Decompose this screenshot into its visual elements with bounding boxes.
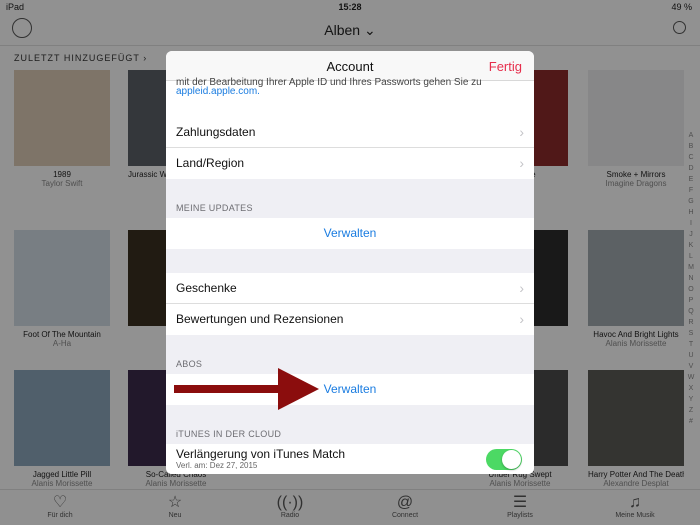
apple-id-link[interactable]: appleid.apple.com. bbox=[176, 86, 260, 97]
updates-block: Verwalten bbox=[166, 218, 534, 249]
chevron-right-icon: › bbox=[519, 155, 524, 171]
itunes-match-toggle[interactable] bbox=[486, 449, 522, 470]
done-button[interactable]: Fertig bbox=[489, 59, 522, 74]
modal-title: Account bbox=[326, 59, 374, 74]
toggle-knob bbox=[502, 450, 521, 469]
chevron-right-icon: › bbox=[519, 280, 524, 296]
country-row[interactable]: Land/Region › bbox=[166, 148, 534, 179]
chevron-right-icon: › bbox=[519, 124, 524, 140]
gifts-block: Geschenke › Bewertungen und Rezensionen › bbox=[166, 273, 534, 335]
cloud-block: Verlängerung von iTunes Match Verl. am: … bbox=[166, 444, 534, 474]
modal-body[interactable]: mit der Bearbeitung Ihrer Apple ID und I… bbox=[166, 77, 534, 474]
ratings-row[interactable]: Bewertungen und Rezensionen › bbox=[166, 304, 534, 335]
gifts-row[interactable]: Geschenke › bbox=[166, 273, 534, 304]
section-updates: MEINE UPDATES bbox=[176, 203, 253, 213]
manage-updates-button[interactable]: Verwalten bbox=[166, 218, 534, 249]
account-modal: Account Fertig mit der Bearbeitung Ihrer… bbox=[166, 51, 534, 474]
section-cloud: iTUNES IN DER CLOUD bbox=[176, 429, 282, 439]
red-arrow-icon bbox=[174, 368, 319, 410]
itunes-match-date: Verl. am: Dez 27, 2015 bbox=[176, 461, 258, 470]
itunes-match-label: Verlängerung von iTunes Match bbox=[176, 447, 345, 461]
payment-row[interactable]: Zahlungsdaten › bbox=[166, 117, 534, 148]
payment-block: Zahlungsdaten › Land/Region › bbox=[166, 117, 534, 179]
chevron-right-icon: › bbox=[519, 311, 524, 327]
itunes-match-row: Verlängerung von iTunes Match Verl. am: … bbox=[166, 444, 534, 474]
